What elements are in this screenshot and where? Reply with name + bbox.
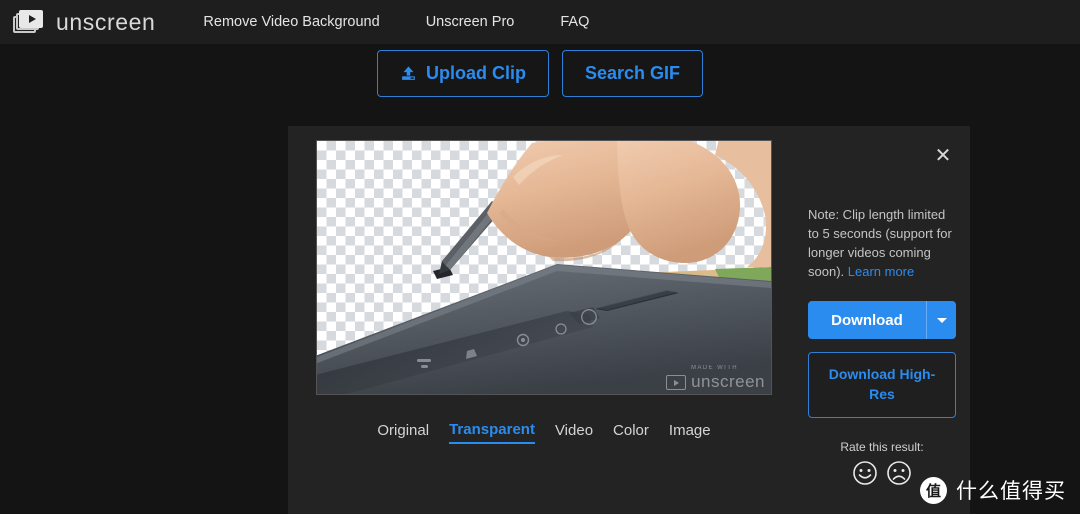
nav-item-faq[interactable]: FAQ (560, 14, 589, 30)
download-button[interactable]: Download (808, 301, 926, 340)
preview-image[interactable]: MADE WITH unscreen (316, 140, 772, 395)
clip-length-note: Note: Clip length limited to 5 seconds (… (808, 206, 956, 281)
tab-transparent[interactable]: Transparent (449, 421, 535, 444)
main-nav: Remove Video Background Unscreen Pro FAQ (203, 14, 589, 30)
search-gif-label: Search GIF (584, 63, 681, 83)
smiley-happy-icon[interactable] (852, 460, 878, 486)
watermark-brand: unscreen (691, 372, 765, 391)
preview-tabs: Original Transparent Video Color Image (316, 421, 772, 444)
panel-sidebar: Note: Clip length limited to 5 seconds (… (808, 206, 956, 486)
upload-clip-label: Upload Clip (425, 63, 526, 83)
download-high-res-button[interactable]: Download High-Res (808, 352, 956, 418)
logo[interactable]: unscreen (13, 9, 155, 36)
smiley-sad-icon[interactable] (886, 460, 912, 486)
site-header: unscreen Remove Video Background Unscree… (0, 0, 1080, 44)
site-watermark-badge: 值 (920, 476, 947, 504)
site-watermark-text: 什么值得买 (956, 479, 1066, 503)
upload-icon (402, 66, 415, 80)
tab-original[interactable]: Original (377, 422, 429, 443)
rate-result-label: Rate this result: (840, 439, 924, 454)
nav-item-remove-video-background[interactable]: Remove Video Background (203, 14, 379, 30)
unscreen-watermark: MADE WITH unscreen (666, 365, 765, 390)
upload-clip-button[interactable]: Upload Clip (376, 50, 549, 97)
result-panel: ✕ MADE WITH unscreen Original Transparen… (288, 126, 970, 514)
close-icon[interactable]: ✕ (932, 144, 954, 166)
download-dropdown-toggle[interactable] (926, 301, 956, 340)
tab-video[interactable]: Video (555, 422, 593, 443)
preview-column: MADE WITH unscreen Original Transparent … (316, 140, 772, 444)
watermark-play-icon (666, 375, 687, 390)
nav-item-unscreen-pro[interactable]: Unscreen Pro (426, 14, 515, 30)
learn-more-link[interactable]: Learn more (848, 264, 914, 279)
watermark-made-with: MADE WITH (691, 365, 738, 371)
download-split-button: Download (808, 301, 956, 340)
logo-text: unscreen (56, 8, 156, 35)
tab-color[interactable]: Color (613, 422, 649, 443)
tab-image[interactable]: Image (669, 422, 711, 443)
preview-artwork (317, 141, 771, 394)
video-frames-play-icon (13, 9, 47, 35)
site-watermark: 值 什么值得买 (920, 475, 1066, 505)
search-gif-button[interactable]: Search GIF (561, 50, 704, 97)
chevron-down-icon (936, 317, 947, 323)
top-action-bar: Upload Clip Search GIF (0, 50, 1080, 97)
